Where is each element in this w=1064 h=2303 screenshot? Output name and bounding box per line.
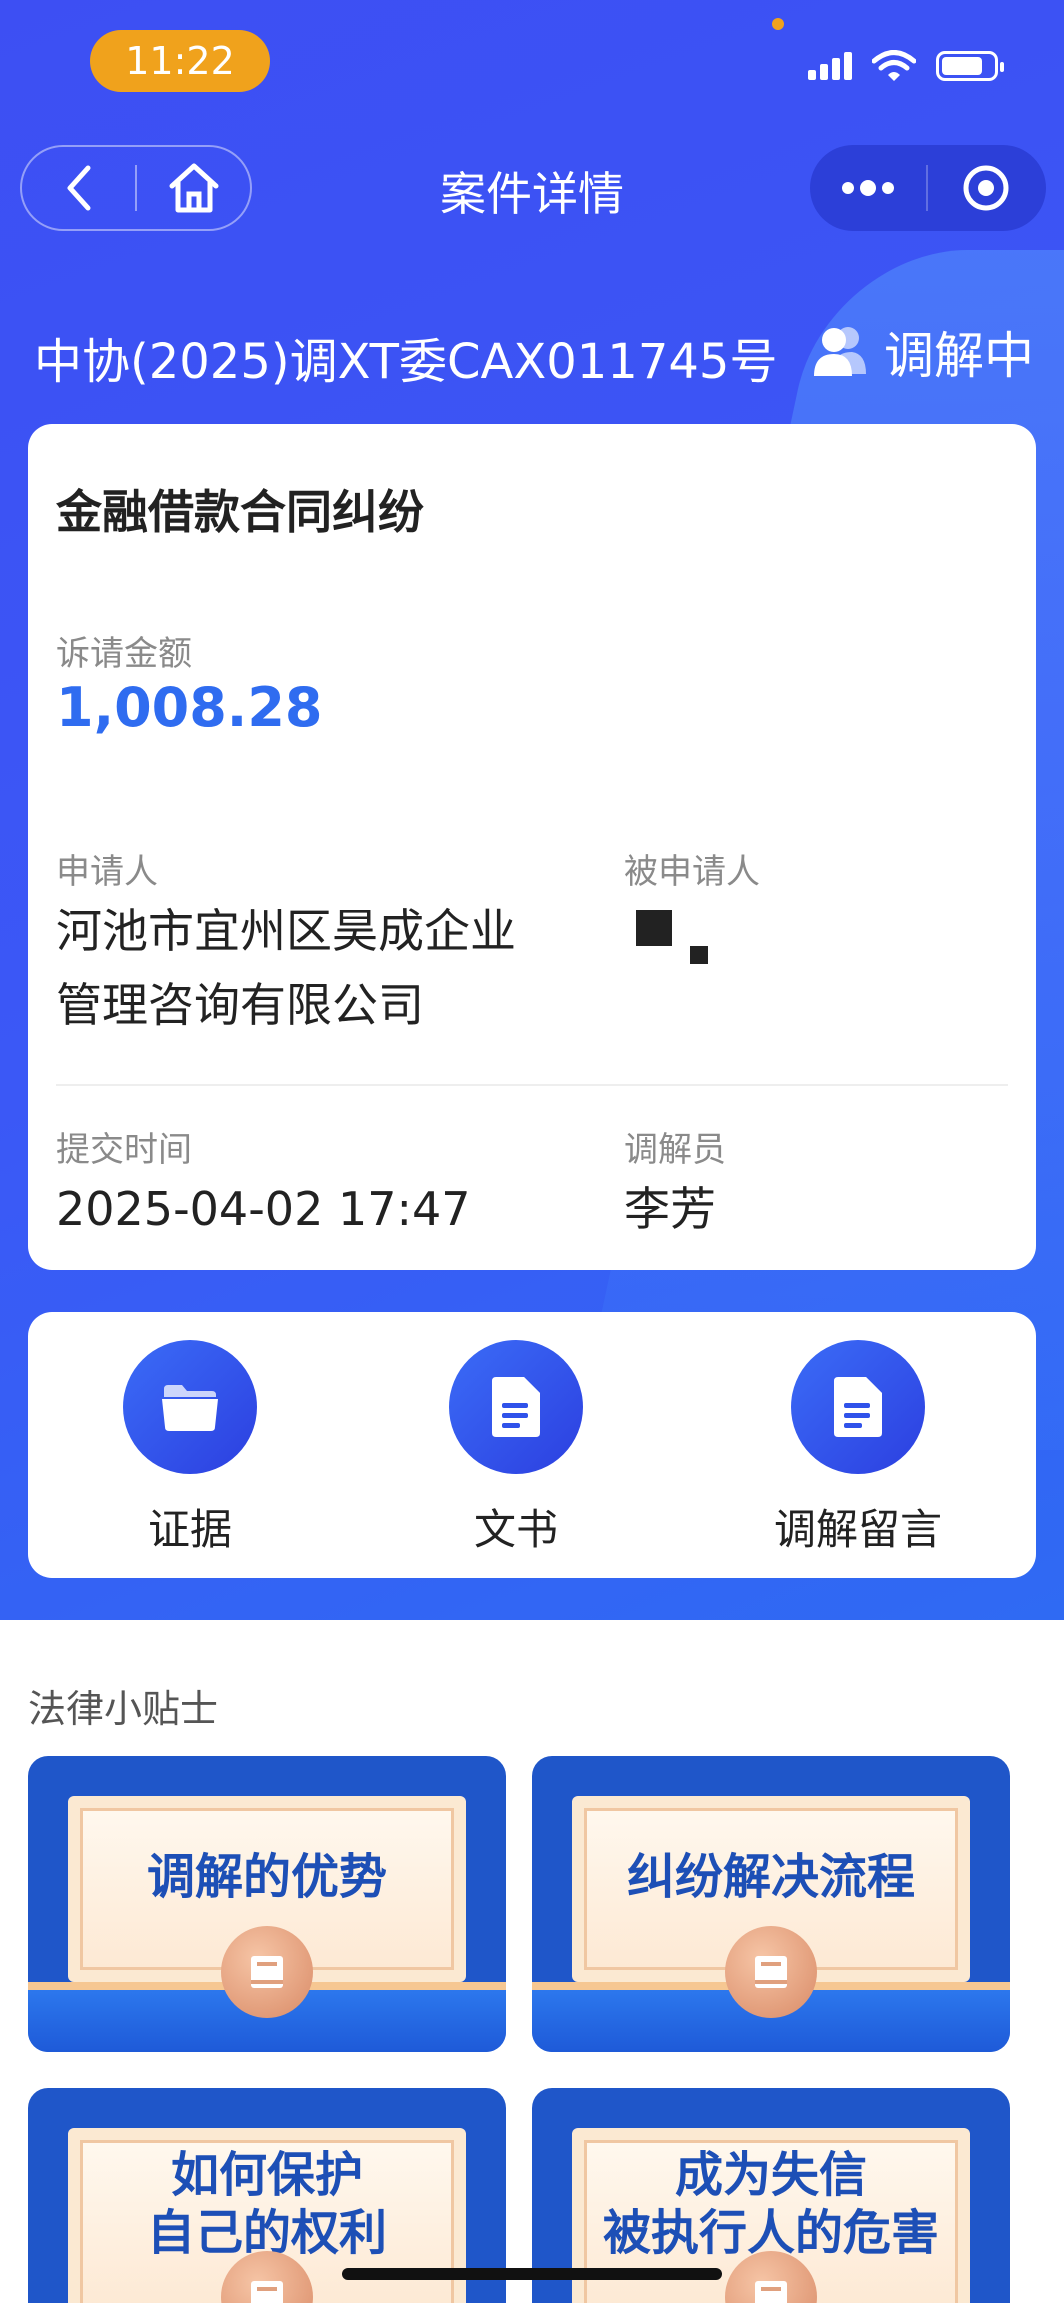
close-miniprogram-button[interactable]: [928, 145, 1044, 231]
more-button[interactable]: [810, 145, 926, 231]
applicant-name-line2: 管理咨询有限公司: [56, 978, 424, 1032]
amount-value: 1,008.28: [56, 676, 323, 739]
submit-time-value: 2025-04-02 17:47: [56, 1182, 471, 1236]
evidence-button[interactable]: 证据: [90, 1340, 290, 1557]
more-icon: [842, 180, 894, 196]
tip-text-line1: 调解的优势: [146, 1849, 387, 1905]
tip-text: 成为失信 被执行人的危害: [532, 2146, 1010, 2262]
applicant-name-line1: 河池市宜州区昊成企业: [56, 904, 516, 958]
mediation-message-button[interactable]: 调解留言: [758, 1340, 958, 1557]
respondent-redacted-dot: [690, 946, 708, 964]
evidence-circle: [123, 1340, 257, 1474]
target-icon: [963, 165, 1009, 211]
documents-button[interactable]: 文书: [416, 1340, 616, 1557]
signal-icon: [808, 52, 852, 80]
evidence-label: 证据: [147, 1505, 232, 1554]
case-type-title: 金融借款合同纠纷: [56, 485, 424, 539]
respondent-label: 被申请人: [624, 852, 760, 892]
card-divider: [56, 1084, 1008, 1086]
tip-text-line1: 成为失信: [674, 2147, 867, 2203]
documents-circle: [449, 1340, 583, 1474]
case-detail-card: 金融借款合同纠纷 诉请金额 1,008.28 申请人 河池市宜州区昊成企业 管理…: [28, 424, 1036, 1270]
document-icon: [492, 1377, 540, 1437]
applicant-label: 申请人: [56, 852, 158, 892]
applicant-name: 河池市宜州区昊成企业 管理咨询有限公司: [56, 894, 516, 1042]
submit-time-label: 提交时间: [56, 1130, 192, 1170]
respondent-redacted: [636, 910, 672, 946]
status-icons: [808, 50, 1004, 82]
tip-text-line1: 纠纷解决流程: [626, 1849, 915, 1905]
case-status: 调解中: [812, 316, 1034, 388]
case-number: 中协(2025)调XT委CAX011745号: [34, 334, 778, 390]
documents-label: 文书: [473, 1505, 558, 1554]
legal-tips-title: 法律小贴士: [28, 1687, 219, 1731]
tip-text: 纠纷解决流程: [532, 1848, 1010, 1906]
home-indicator[interactable]: [342, 2268, 722, 2280]
actions-card: 证据 文书 调解留言: [28, 1312, 1036, 1578]
folder-icon: [162, 1385, 218, 1431]
battery-icon: [936, 51, 1004, 81]
recording-dot: [772, 18, 784, 30]
message-document-icon: [834, 1377, 882, 1437]
mediator-name: 李芳: [624, 1182, 716, 1236]
tip-text: 调解的优势: [28, 1848, 506, 1906]
tip-card-mediation-advantages[interactable]: 调解的优势: [28, 1756, 506, 2052]
tip-text: 如何保护 自己的权利: [28, 2146, 506, 2262]
person-icon: [814, 327, 866, 376]
tip-card-dispute-process[interactable]: 纠纷解决流程: [532, 1756, 1010, 2052]
tip-text-line1: 如何保护: [170, 2147, 363, 2203]
mediator-label: 调解员: [624, 1130, 726, 1170]
book-icon: [221, 1926, 313, 2018]
amount-label: 诉请金额: [56, 634, 192, 674]
status-time: 11:22: [90, 30, 270, 92]
wifi-icon: [872, 50, 916, 81]
case-status-label: 调解中: [884, 327, 1034, 385]
mediation-message-circle: [791, 1340, 925, 1474]
nav-capsule-right: [810, 145, 1046, 231]
mediation-message-label: 调解留言: [773, 1505, 942, 1554]
book-icon: [725, 1926, 817, 2018]
